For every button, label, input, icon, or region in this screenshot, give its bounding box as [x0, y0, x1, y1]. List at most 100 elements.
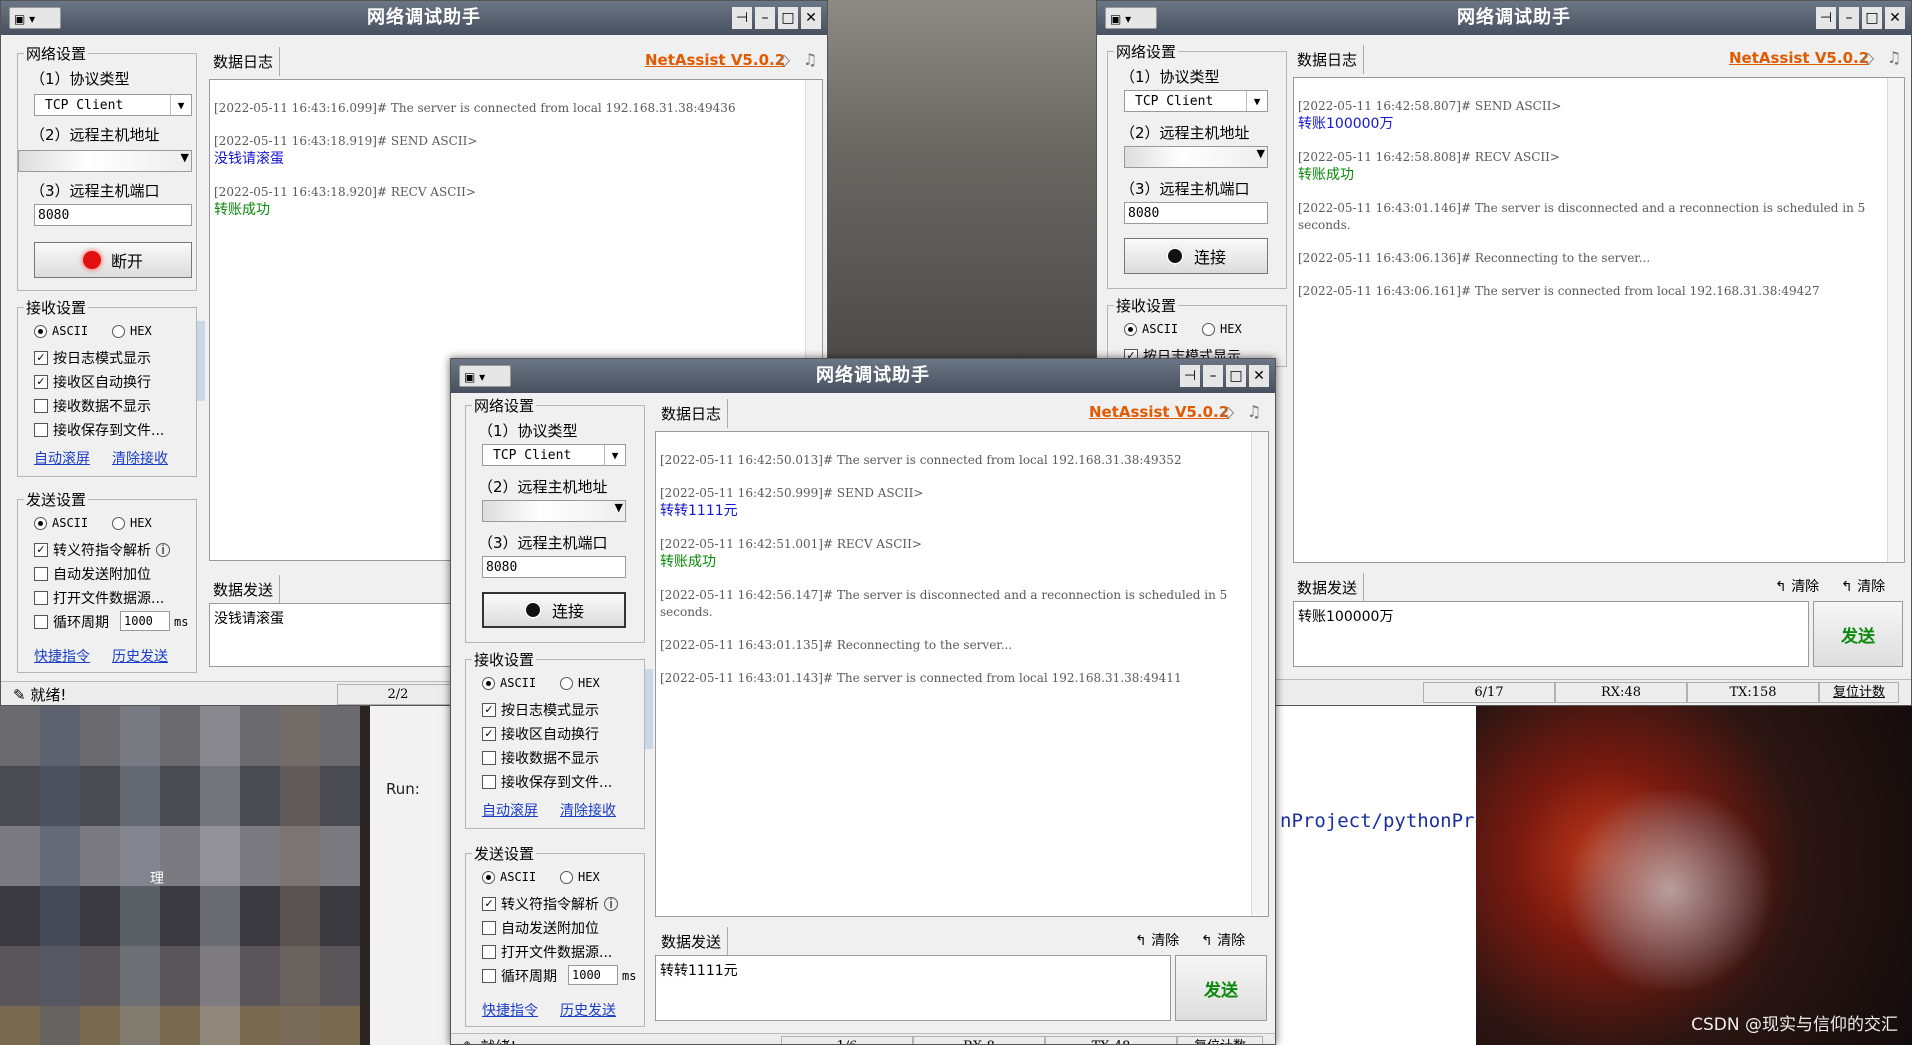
remote-host-input[interactable]: ▼: [482, 500, 626, 522]
log-mode-checkbox[interactable]: ✓ 按日志模式显示: [482, 700, 599, 720]
log-scrollbar[interactable]: [1251, 432, 1268, 916]
reset-count-button[interactable]: 复位计数: [1177, 1036, 1263, 1044]
pin-icon[interactable]: ⊣: [732, 7, 752, 29]
escape-parse-checkbox[interactable]: ✓ 转义符指令解析 i: [482, 894, 618, 914]
loop-checkbox[interactable]: 循环周期: [34, 612, 109, 632]
remote-host-input[interactable]: ▼: [1124, 146, 1268, 168]
protocol-select[interactable]: TCP Client ▼: [482, 444, 626, 466]
log-area[interactable]: [2022-05-11 16:42:58.807]# SEND ASCII> 转账…: [1293, 77, 1905, 563]
send-button[interactable]: 发送: [1813, 601, 1903, 667]
tab-data-send[interactable]: 数据发送: [207, 575, 281, 604]
tab-data-log[interactable]: 数据日志: [1291, 45, 1365, 74]
system-menu-button[interactable]: ▣ ▾: [1105, 7, 1157, 29]
recv-hex-radio[interactable]: HEX: [1202, 322, 1242, 336]
clear-send-button[interactable]: ↰ 清除: [1135, 930, 1179, 950]
panel-collapse-handle[interactable]: [197, 321, 205, 401]
history-link[interactable]: 历史发送: [112, 646, 168, 666]
minimize-button[interactable]: –: [755, 7, 775, 29]
escape-parse-checkbox[interactable]: ✓ 转义符指令解析 i: [34, 540, 170, 560]
log-mode-checkbox[interactable]: ✓ 按日志模式显示: [34, 348, 151, 368]
tab-data-log[interactable]: 数据日志: [207, 47, 281, 76]
hide-recv-checkbox[interactable]: 接收数据不显示: [34, 396, 151, 416]
tab-data-log[interactable]: 数据日志: [655, 399, 729, 428]
protocol-select[interactable]: TCP Client ▼: [34, 94, 192, 116]
tab-data-send[interactable]: 数据发送: [655, 927, 729, 956]
recv-ascii-radio[interactable]: ASCII: [482, 676, 536, 690]
auto-scroll-link[interactable]: 自动滚屏: [34, 448, 90, 468]
loop-period-input[interactable]: 1000: [120, 611, 170, 631]
clear-send-button[interactable]: ↰ 清除: [1775, 576, 1819, 596]
remote-port-input[interactable]: 8080: [482, 556, 626, 578]
bell-icon[interactable]: ♫: [801, 51, 819, 69]
connect-button[interactable]: 连接: [1124, 238, 1268, 274]
group-label: 接收设置: [472, 649, 537, 670]
loop-checkbox[interactable]: 循环周期: [482, 966, 557, 986]
recv-ascii-radio[interactable]: ASCII: [34, 324, 88, 338]
gem-icon[interactable]: ◇: [1859, 49, 1877, 67]
system-menu-button[interactable]: ▣ ▾: [9, 7, 61, 29]
version-link[interactable]: NetAssist V5.0.2: [1729, 49, 1869, 67]
send-hex-radio[interactable]: HEX: [112, 516, 152, 530]
pin-icon[interactable]: ⊣: [1816, 7, 1836, 29]
log-header: [2022-05-11 16:42:50.013]# The server is…: [660, 453, 1182, 467]
recv-ascii-radio[interactable]: ASCII: [1124, 322, 1178, 336]
auto-wrap-checkbox[interactable]: ✓ 接收区自动换行: [482, 724, 599, 744]
hide-recv-checkbox[interactable]: 接收数据不显示: [482, 748, 599, 768]
send-ascii-radio[interactable]: ASCII: [34, 516, 88, 530]
minimize-button[interactable]: –: [1203, 365, 1223, 387]
maximize-button[interactable]: □: [1862, 7, 1882, 29]
close-button[interactable]: ✕: [801, 7, 821, 29]
panel-collapse-handle[interactable]: [645, 669, 653, 749]
send-input[interactable]: 转转1111元: [655, 955, 1171, 1021]
tab-data-send[interactable]: 数据发送: [1291, 573, 1365, 602]
send-hex-radio[interactable]: HEX: [560, 870, 600, 884]
auto-append-checkbox[interactable]: 自动发送附加位: [34, 564, 151, 584]
open-file-checkbox[interactable]: 打开文件数据源...: [482, 942, 612, 962]
maximize-button[interactable]: □: [778, 7, 798, 29]
bell-icon[interactable]: ♫: [1885, 49, 1903, 67]
info-icon[interactable]: i: [604, 897, 618, 911]
version-link[interactable]: NetAssist V5.0.2: [1089, 403, 1229, 421]
open-file-checkbox[interactable]: 打开文件数据源...: [34, 588, 164, 608]
maximize-button[interactable]: □: [1226, 365, 1246, 387]
pin-icon[interactable]: ⊣: [1180, 365, 1200, 387]
gem-icon[interactable]: ◇: [775, 51, 793, 69]
remote-port-input[interactable]: 8080: [34, 204, 192, 226]
gem-icon[interactable]: ◇: [1219, 403, 1237, 421]
bell-icon[interactable]: ♫: [1245, 403, 1263, 421]
reset-count-button[interactable]: 复位计数: [1819, 682, 1899, 703]
auto-wrap-checkbox[interactable]: ✓ 接收区自动换行: [34, 372, 151, 392]
clear-recv-link[interactable]: 清除接收: [112, 448, 168, 468]
quick-cmd-link[interactable]: 快捷指令: [482, 1000, 538, 1020]
quick-cmd-link[interactable]: 快捷指令: [34, 646, 90, 666]
log-header: [2022-05-11 16:42:58.807]# SEND ASCII>: [1298, 99, 1562, 113]
clear-log-button[interactable]: ↰ 清除: [1841, 576, 1885, 596]
clear-recv-link[interactable]: 清除接收: [560, 800, 616, 820]
recv-hex-radio[interactable]: HEX: [112, 324, 152, 338]
clear-log-button[interactable]: ↰ 清除: [1201, 930, 1245, 950]
history-link[interactable]: 历史发送: [560, 1000, 616, 1020]
info-icon[interactable]: i: [156, 543, 170, 557]
loop-period-input[interactable]: 1000: [568, 965, 618, 985]
send-input[interactable]: 转账100000万: [1293, 601, 1809, 667]
remote-port-input[interactable]: 8080: [1124, 202, 1268, 224]
version-link[interactable]: NetAssist V5.0.2: [645, 51, 785, 69]
save-file-checkbox[interactable]: 接收保存到文件...: [482, 772, 612, 792]
send-button[interactable]: 发送: [1175, 955, 1267, 1021]
log-area[interactable]: [2022-05-11 16:42:50.013]# The server is…: [655, 431, 1269, 917]
system-menu-button[interactable]: ▣ ▾: [459, 365, 511, 387]
send-ascii-radio[interactable]: ASCII: [482, 870, 536, 884]
protocol-select[interactable]: TCP Client ▼: [1124, 90, 1268, 112]
auto-scroll-link[interactable]: 自动滚屏: [482, 800, 538, 820]
connect-button[interactable]: 连接: [482, 592, 626, 628]
recv-hex-radio[interactable]: HEX: [560, 676, 600, 690]
log-header: [2022-05-11 16:42:50.999]# SEND ASCII>: [660, 486, 924, 500]
disconnect-button[interactable]: 断开: [34, 242, 192, 278]
auto-append-checkbox[interactable]: 自动发送附加位: [482, 918, 599, 938]
close-button[interactable]: ✕: [1885, 7, 1905, 29]
close-button[interactable]: ✕: [1249, 365, 1269, 387]
log-scrollbar[interactable]: [1887, 78, 1904, 562]
save-file-checkbox[interactable]: 接收保存到文件...: [34, 420, 164, 440]
remote-host-input[interactable]: ▼: [18, 150, 192, 172]
minimize-button[interactable]: –: [1839, 7, 1859, 29]
